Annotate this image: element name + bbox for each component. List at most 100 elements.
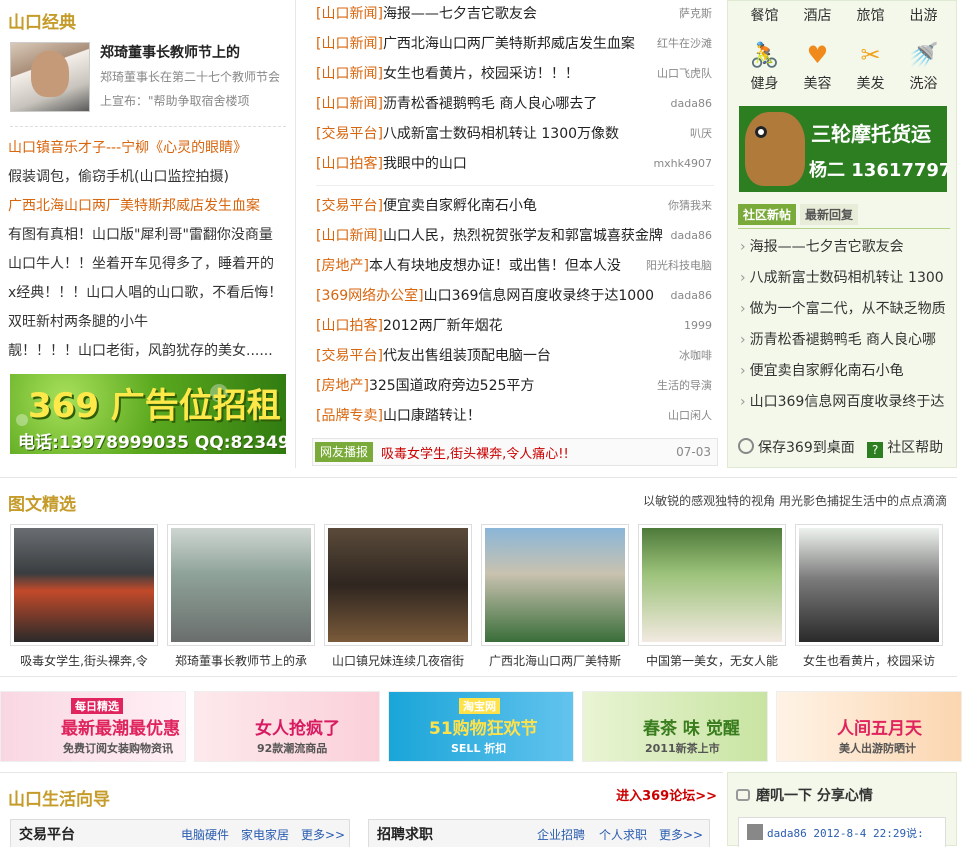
news-author[interactable]: 萨克斯 <box>679 0 712 28</box>
service-label[interactable]: 美容 <box>791 73 844 93</box>
gallery-item[interactable]: 中国第一美女，无女人能 <box>638 524 786 669</box>
service-link[interactable]: 酒店 <box>791 5 844 25</box>
news-category[interactable]: [房地产] <box>316 378 369 394</box>
news-category[interactable]: [山口新闻] <box>316 96 383 112</box>
gallery-item[interactable]: 吸毒女学生,街头裸奔,令 <box>10 524 158 669</box>
news-row[interactable]: [房地产]本人有块地皮想办证！或出售！但本人没 阳光科技电脑 <box>316 252 712 282</box>
news-title[interactable]: 2012两厂新年烟花 <box>383 318 503 334</box>
tab-new-posts[interactable]: 社区新帖 <box>738 204 797 225</box>
save-to-desktop-link[interactable]: 保存369到桌面 <box>758 440 855 456</box>
news-category[interactable]: [山口拍客] <box>316 156 383 172</box>
news-title[interactable]: 山口康踏转让！ <box>383 408 481 424</box>
service-icon[interactable]: 🚴 <box>738 39 791 71</box>
news-title[interactable]: 325国道政府旁边525平方 <box>369 378 534 394</box>
news-title[interactable]: 女生也看黄片，校园采访！！！ <box>383 66 579 82</box>
news-category[interactable]: [山口新闻] <box>316 6 383 22</box>
news-row[interactable]: [交易平台]代友出售组装顶配电脑一台 冰咖啡 <box>316 342 712 372</box>
gallery-thumbnail[interactable] <box>10 524 158 646</box>
enter-forum-link[interactable]: 进入369论坛>> <box>616 785 717 804</box>
community-post[interactable]: 山口369信息网百度收录终于达 <box>740 388 952 419</box>
news-author[interactable]: dada86 <box>671 90 712 118</box>
news-category[interactable]: [山口新闻] <box>316 36 383 52</box>
gallery-caption[interactable]: 中国第一美女，无女人能 <box>638 652 786 669</box>
news-title[interactable]: 本人有块地皮想办证！或出售！但本人没 <box>369 258 621 274</box>
news-category[interactable]: [山口新闻] <box>316 66 383 82</box>
service-label[interactable]: 洗浴 <box>897 73 950 93</box>
news-author[interactable]: dada86 <box>671 222 712 250</box>
promo-ad[interactable]: 每日精选 最新最潮最优惠 免费订阅女装购物资讯 <box>0 691 186 762</box>
link-company-hiring[interactable]: 企业招聘 <box>537 826 585 843</box>
gallery-thumbnail[interactable] <box>324 524 472 646</box>
news-author[interactable]: 山口闲人 <box>668 402 712 430</box>
gallery-thumbnail[interactable] <box>638 524 786 646</box>
news-category[interactable]: [交易平台] <box>316 126 383 142</box>
featured-photo[interactable] <box>10 42 90 112</box>
ticker-link[interactable]: 吸毒女学生,街头裸奔,令人痛心!! <box>381 443 569 462</box>
gallery-caption[interactable]: 女生也看黄片，校园采访 <box>795 652 943 669</box>
classic-list-item[interactable]: 靓！！！！山口老街，风韵犹存的美女...... <box>8 339 290 368</box>
gallery-caption[interactable]: 广西北海山口两厂美特斯 <box>481 652 629 669</box>
news-row[interactable]: [369网络办公室]山口369信息网百度收录终于达1000 dada86 <box>316 282 712 312</box>
news-title[interactable]: 广西北海山口两厂美特斯邦威店发生血案 <box>383 36 635 52</box>
service-link[interactable]: 旅馆 <box>844 5 897 25</box>
news-author[interactable]: mxhk4907 <box>653 150 712 178</box>
news-row[interactable]: [品牌专卖]山口康踏转让！ 山口闲人 <box>316 402 712 432</box>
news-category[interactable]: [交易平台] <box>316 198 383 214</box>
classic-list-item[interactable]: x经典！！！山口人唱的山口歌，不看后悔！ <box>8 281 290 310</box>
community-post[interactable]: 海报——七夕吉它歌友会 <box>740 233 952 264</box>
news-row[interactable]: [山口新闻]女生也看黄片，校园采访！！！ 山口飞虎队 <box>316 60 712 90</box>
news-author[interactable]: 红牛在沙滩 <box>657 30 712 58</box>
news-title[interactable]: 八成新富士数码相机转让 1300万像数 <box>383 126 619 142</box>
promo-ad[interactable]: 人间五月天 美人出游防晒计 <box>776 691 962 762</box>
gallery-thumbnail[interactable] <box>167 524 315 646</box>
news-title[interactable]: 山口人民，热烈祝贺张学友和郭富城喜获金牌 <box>383 228 663 244</box>
news-author[interactable]: 叭厌 <box>690 120 712 148</box>
link-more-jobs[interactable]: 更多>> <box>659 826 703 843</box>
news-row[interactable]: [山口新闻]海报——七夕吉它歌友会 萨克斯 <box>316 0 712 30</box>
news-row[interactable]: [交易平台]便宜卖自家孵化南石小龟 你猜我来 <box>316 192 712 222</box>
promo-ad[interactable]: 春茶 味 觉醒 2011新茶上市 <box>582 691 768 762</box>
promo-ad[interactable]: 女人抢疯了 92款潮流商品 <box>194 691 380 762</box>
link-more-trade[interactable]: 更多>> <box>301 826 345 843</box>
gallery-thumbnail[interactable] <box>481 524 629 646</box>
news-row[interactable]: [山口拍客]我眼中的山口 mxhk4907 <box>316 150 712 180</box>
featured-title[interactable]: 郑琦董事长教师节上的 <box>100 42 240 62</box>
news-title[interactable]: 便宜卖自家孵化南石小龟 <box>383 198 537 214</box>
service-label[interactable]: 健身 <box>738 73 791 93</box>
news-row[interactable]: [房地产]325国道政府旁边525平方 生活的导演 <box>316 372 712 402</box>
gallery-caption[interactable]: 山口镇兄妹连续几夜宿街 <box>324 652 472 669</box>
news-category[interactable]: [品牌专卖] <box>316 408 383 424</box>
service-label[interactable]: 美发 <box>844 73 897 93</box>
service-icon[interactable]: ♥ <box>791 39 844 71</box>
news-category[interactable]: [369网络办公室] <box>316 288 424 304</box>
gallery-caption[interactable]: 郑琦董事长教师节上的承 <box>167 652 315 669</box>
news-title[interactable]: 沥青松香褪鹅鸭毛 商人良心哪去了 <box>383 96 597 112</box>
news-author[interactable]: 生活的导演 <box>657 372 712 400</box>
community-post[interactable]: 便宜卖自家孵化南石小龟 <box>740 357 952 388</box>
news-row[interactable]: [交易平台]八成新富士数码相机转让 1300万像数 叭厌 <box>316 120 712 150</box>
news-category[interactable]: [山口拍客] <box>316 318 383 334</box>
classic-list-item[interactable]: 有图有真相！山口版"犀利哥"雷翻你没商量 <box>8 223 290 252</box>
community-help-link[interactable]: 社区帮助 <box>887 440 943 456</box>
gallery-item[interactable]: 郑琦董事长教师节上的承 <box>167 524 315 669</box>
news-row[interactable]: [山口新闻]广西北海山口两厂美特斯邦威店发生血案 红牛在沙滩 <box>316 30 712 60</box>
classic-list-item[interactable]: 山口镇音乐才子---宁柳《心灵的眼睛》 <box>8 136 290 165</box>
news-category[interactable]: [房地产] <box>316 258 369 274</box>
service-link[interactable]: 出游 <box>897 5 950 25</box>
gallery-caption[interactable]: 吸毒女学生,街头裸奔,令 <box>10 652 158 669</box>
ad-banner-369[interactable]: 369 广告位招租 电话:13978999035 QQ:82349884 <box>10 374 286 454</box>
news-author[interactable]: 1999 <box>684 312 712 340</box>
link-job-seekers[interactable]: 个人求职 <box>599 826 647 843</box>
classic-list-item[interactable]: 双旺新村两条腿的小牛 <box>8 310 290 339</box>
classic-list-item[interactable]: 山口牛人！！坐着开车见得多了，睡着开的 <box>8 252 290 281</box>
news-title[interactable]: 海报——七夕吉它歌友会 <box>383 6 537 22</box>
news-author[interactable]: 你猜我来 <box>668 192 712 220</box>
news-author[interactable]: 冰咖啡 <box>679 342 712 370</box>
tab-latest-replies[interactable]: 最新回复 <box>800 204 859 225</box>
gallery-item[interactable]: 山口镇兄妹连续几夜宿街 <box>324 524 472 669</box>
news-row[interactable]: [山口拍客]2012两厂新年烟花 1999 <box>316 312 712 342</box>
gallery-item[interactable]: 女生也看黄片，校园采访 <box>795 524 943 669</box>
featured-article[interactable]: 郑琦董事长教师节上的 郑琦董事长在第二十七个教师节会 上宣布："帮助争取宿舍楼项 <box>10 42 290 116</box>
promo-ad[interactable]: 淘宝网 51购物狂欢节 SELL 折扣 <box>388 691 574 762</box>
gallery-thumbnail[interactable] <box>795 524 943 646</box>
